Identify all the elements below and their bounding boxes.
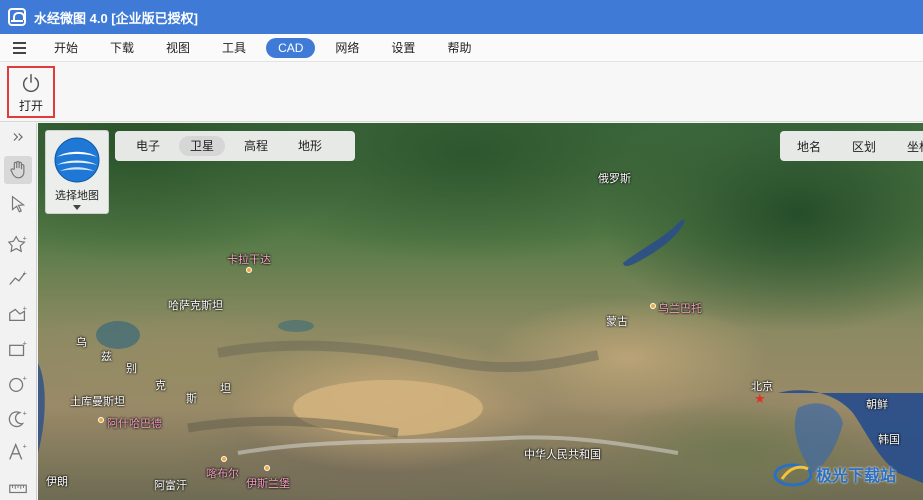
map-type-terrain[interactable]: 地形 — [287, 136, 333, 156]
menu-network[interactable]: 网络 — [323, 38, 371, 58]
select-arrow-icon[interactable] — [4, 190, 32, 218]
map-label-uzbekistan-6: 坦 — [220, 383, 231, 395]
map-label-islamabad: 伊斯兰堡 — [246, 478, 290, 490]
map-label-uzbekistan-3: 别 — [126, 363, 137, 375]
menu-tools[interactable]: 工具 — [210, 38, 258, 58]
menu-help[interactable]: 帮助 — [435, 38, 483, 58]
pan-hand-icon[interactable] — [4, 156, 32, 184]
svg-text:+: + — [23, 338, 27, 347]
map-label-mongolia: 蒙古 — [606, 316, 628, 328]
draw-line-icon[interactable]: + — [4, 265, 32, 293]
draw-polygon-icon[interactable]: + — [4, 300, 32, 328]
map-label-ashgabat: 阿什哈巴德 — [107, 418, 162, 430]
window-title: 水经微图 4.0 [企业版已授权] — [34, 10, 198, 26]
layer-place-names[interactable]: 地名 — [785, 138, 833, 155]
watermark: 极光下载站 — [772, 448, 923, 500]
map-source-chooser[interactable]: 选择地图 — [45, 130, 109, 214]
city-dot-kabul — [221, 456, 227, 462]
svg-text:+: + — [23, 441, 27, 450]
menu-bar: 开始 下载 视图 工具 CAD 网络 设置 帮助 — [0, 34, 923, 62]
app-logo-icon — [8, 8, 26, 26]
menu-view[interactable]: 视图 — [154, 38, 202, 58]
svg-text:+: + — [23, 408, 27, 417]
menu-start[interactable]: 开始 — [42, 38, 90, 58]
city-dot-ulaanbaatar — [650, 303, 656, 309]
satellite-map[interactable]: 选择地图 电子 卫星 高程 地形 地名 区划 坐标 俄罗斯 卡拉干达 哈萨克斯坦… — [38, 123, 923, 500]
svg-text:+: + — [23, 373, 27, 382]
add-text-icon[interactable]: + — [4, 438, 32, 466]
city-dot-islamabad — [264, 465, 270, 471]
city-dot-karaganda — [246, 267, 252, 273]
map-label-china: 中华人民共和国 — [524, 449, 601, 461]
map-label-iran: 伊朗 — [46, 476, 68, 488]
svg-text:+: + — [23, 303, 27, 312]
map-label-karaganda: 卡拉干达 — [227, 254, 271, 266]
ribbon: 打开 — [0, 62, 923, 122]
map-label-ulaanbaatar: 乌兰巴托 — [658, 303, 702, 315]
map-label-uzbekistan-4: 克 — [155, 380, 166, 392]
map-label-russia: 俄罗斯 — [598, 173, 631, 185]
map-label-uzbekistan-1: 乌 — [76, 337, 87, 349]
open-button-label: 打开 — [18, 99, 43, 113]
capital-star-icon: ★ — [754, 391, 766, 406]
draw-circle-icon[interactable]: + — [4, 370, 32, 398]
map-label-kabul: 喀布尔 — [206, 468, 239, 480]
svg-text:+: + — [23, 268, 27, 277]
measure-ruler-icon[interactable] — [4, 473, 32, 500]
open-button[interactable]: 打开 — [7, 66, 55, 118]
map-layer-toggles: 地名 区划 坐标 — [780, 131, 923, 161]
expand-toolbar-icon[interactable] — [4, 127, 32, 147]
left-toolbar: + + + + + + + — [0, 123, 37, 500]
watermark-text: 极光下载站 — [816, 468, 897, 485]
hamburger-menu-icon[interactable] — [0, 34, 38, 62]
power-icon — [22, 74, 40, 93]
watermark-logo-icon — [773, 463, 813, 487]
map-label-kazakhstan: 哈萨克斯坦 — [168, 300, 223, 312]
map-type-satellite[interactable]: 卫星 — [179, 136, 226, 156]
map-type-switcher: 电子 卫星 高程 地形 — [115, 131, 355, 161]
title-bar: 水经微图 4.0 [企业版已授权] — [0, 0, 923, 34]
draw-sector-icon[interactable]: + — [4, 405, 32, 433]
draw-rectangle-icon[interactable]: + — [4, 335, 32, 363]
menu-download[interactable]: 下载 — [98, 38, 146, 58]
map-label-south-korea: 韩国 — [878, 434, 900, 446]
map-type-elevation[interactable]: 高程 — [233, 136, 279, 156]
map-label-turkmenistan: 土库曼斯坦 — [70, 396, 125, 408]
svg-text:+: + — [23, 233, 27, 242]
menu-cad[interactable]: CAD — [266, 37, 316, 58]
map-chooser-label: 选择地图 — [55, 190, 99, 202]
layer-divisions[interactable]: 区划 — [840, 138, 888, 155]
draw-marker-icon[interactable]: + — [4, 230, 32, 258]
layer-coordinates[interactable]: 坐标 — [895, 138, 923, 155]
menu-settings[interactable]: 设置 — [379, 38, 427, 58]
map-type-electronic[interactable]: 电子 — [125, 136, 171, 156]
city-dot-ashgabat — [98, 417, 104, 423]
map-label-north-korea: 朝鲜 — [866, 399, 888, 411]
chevron-down-icon — [73, 205, 81, 210]
map-label-afghanistan: 阿富汗 — [154, 480, 187, 492]
map-label-uzbekistan-2: 兹 — [101, 351, 112, 363]
map-label-uzbekistan-5: 斯 — [186, 393, 197, 405]
globe-icon — [54, 137, 100, 183]
